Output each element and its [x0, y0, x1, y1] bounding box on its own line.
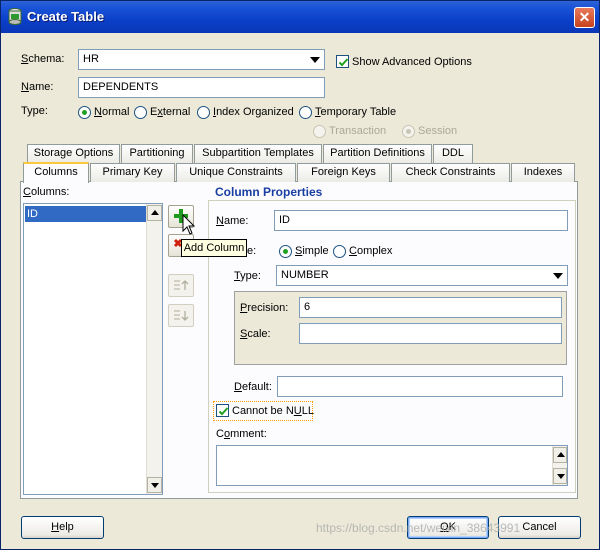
- precision-label: Precision:: [240, 302, 289, 314]
- datatype-complex-radio[interactable]: [333, 245, 346, 258]
- precision-input[interactable]: 6: [299, 297, 562, 318]
- show-advanced-label: Show Advanced Options: [352, 56, 472, 68]
- tab-subpartition-templates[interactable]: Subpartition Templates: [194, 144, 322, 163]
- type-normal-radio[interactable]: [78, 106, 91, 119]
- column-name-label: Name:: [216, 215, 249, 227]
- column-properties-title: Column Properties: [213, 185, 325, 199]
- columns-label: Columns:: [23, 186, 70, 198]
- temp-session-label: Session: [418, 125, 458, 137]
- show-advanced-checkbox[interactable]: [336, 55, 349, 68]
- type-index-organized-radio[interactable]: [197, 106, 210, 119]
- chevron-down-icon: [310, 57, 320, 63]
- chevron-down-icon: [151, 483, 159, 488]
- title-bar[interactable]: Create Table ✕: [1, 1, 599, 33]
- watermark-text: https://blog.csdn.net/weixin_38643991: [316, 521, 521, 535]
- scale-input[interactable]: [299, 323, 562, 344]
- close-icon[interactable]: ✕: [574, 7, 595, 28]
- columns-scrollbar[interactable]: [146, 204, 162, 494]
- type-temporary-radio[interactable]: [299, 106, 312, 119]
- window-title: Create Table: [27, 9, 105, 24]
- comment-textarea[interactable]: [216, 445, 568, 486]
- checkmark-icon: [218, 407, 229, 416]
- temp-session-radio[interactable]: [402, 125, 415, 138]
- add-column-tooltip: Add Column: [181, 239, 247, 257]
- default-label: Default:: [234, 381, 272, 393]
- move-up-button[interactable]: [168, 274, 194, 297]
- tab-columns[interactable]: Columns: [23, 162, 89, 183]
- chevron-down-icon: [553, 273, 563, 279]
- type-normal-label: Normal: [94, 106, 130, 118]
- tab-unique-constraints[interactable]: Unique Constraints: [176, 163, 296, 182]
- datatype-label: e:: [247, 245, 257, 257]
- create-table-dialog: Create Table ✕ Schema: HR Show Advanced …: [0, 0, 600, 550]
- move-down-icon: [174, 310, 189, 321]
- datatype-simple-label: Simple: [295, 245, 329, 257]
- schema-value: HR: [83, 53, 99, 65]
- scroll-down-button[interactable]: [553, 468, 567, 484]
- temp-transaction-label: Transaction: [329, 125, 387, 137]
- move-up-icon: [174, 280, 189, 290]
- help-button[interactable]: Help: [21, 516, 104, 539]
- chevron-up-icon: [557, 452, 565, 457]
- tab-primary-key[interactable]: Primary Key: [90, 163, 175, 182]
- column-type-label: Type:: [234, 270, 261, 282]
- scale-label: Scale:: [240, 328, 271, 340]
- type-index-organized-label: Index Organized: [213, 106, 294, 118]
- chevron-down-icon: [557, 474, 565, 479]
- default-input[interactable]: [277, 376, 563, 397]
- scroll-up-button[interactable]: [147, 205, 162, 221]
- not-null-label: Cannot be NULL: [232, 405, 314, 417]
- schema-label: Schema:: [21, 53, 65, 65]
- column-type-combo[interactable]: NUMBER: [276, 265, 568, 286]
- tab-indexes[interactable]: Indexes: [511, 163, 575, 182]
- scroll-up-button[interactable]: [553, 447, 567, 463]
- not-null-checkbox[interactable]: [216, 404, 229, 417]
- tab-storage-options[interactable]: Storage Options: [27, 144, 120, 163]
- chevron-up-icon: [151, 210, 159, 215]
- column-type-value: NUMBER: [281, 269, 329, 281]
- type-temporary-label: Temporary Table: [315, 106, 397, 118]
- app-icon: [8, 8, 22, 25]
- temp-transaction-radio[interactable]: [313, 125, 326, 138]
- schema-combo[interactable]: HR: [78, 49, 325, 70]
- type-external-label: External: [150, 106, 191, 118]
- move-down-button[interactable]: [168, 304, 194, 327]
- checkmark-icon: [338, 58, 349, 67]
- comment-label: Comment:: [216, 428, 267, 440]
- columns-list[interactable]: ID: [23, 203, 163, 495]
- column-name-input[interactable]: ID: [274, 210, 568, 231]
- datatype-complex-label: Complex: [349, 245, 393, 257]
- tab-foreign-keys[interactable]: Foreign Keys: [297, 163, 390, 182]
- pointer-cursor-icon: [182, 214, 196, 235]
- table-name-label: Name:: [21, 81, 54, 93]
- list-item[interactable]: ID: [25, 206, 148, 222]
- tab-check-constraints[interactable]: Check Constraints: [391, 163, 510, 182]
- tab-ddl[interactable]: DDL: [433, 144, 473, 163]
- comment-scrollbar[interactable]: [552, 446, 567, 485]
- table-type-label: Type:: [21, 105, 48, 117]
- tab-partitioning[interactable]: Partitioning: [121, 144, 193, 163]
- datatype-simple-radio[interactable]: [279, 245, 292, 258]
- type-external-radio[interactable]: [134, 106, 147, 119]
- scroll-down-button[interactable]: [147, 477, 162, 493]
- table-name-input[interactable]: DEPENDENTS: [78, 77, 325, 98]
- tab-partition-definitions[interactable]: Partition Definitions: [323, 144, 432, 163]
